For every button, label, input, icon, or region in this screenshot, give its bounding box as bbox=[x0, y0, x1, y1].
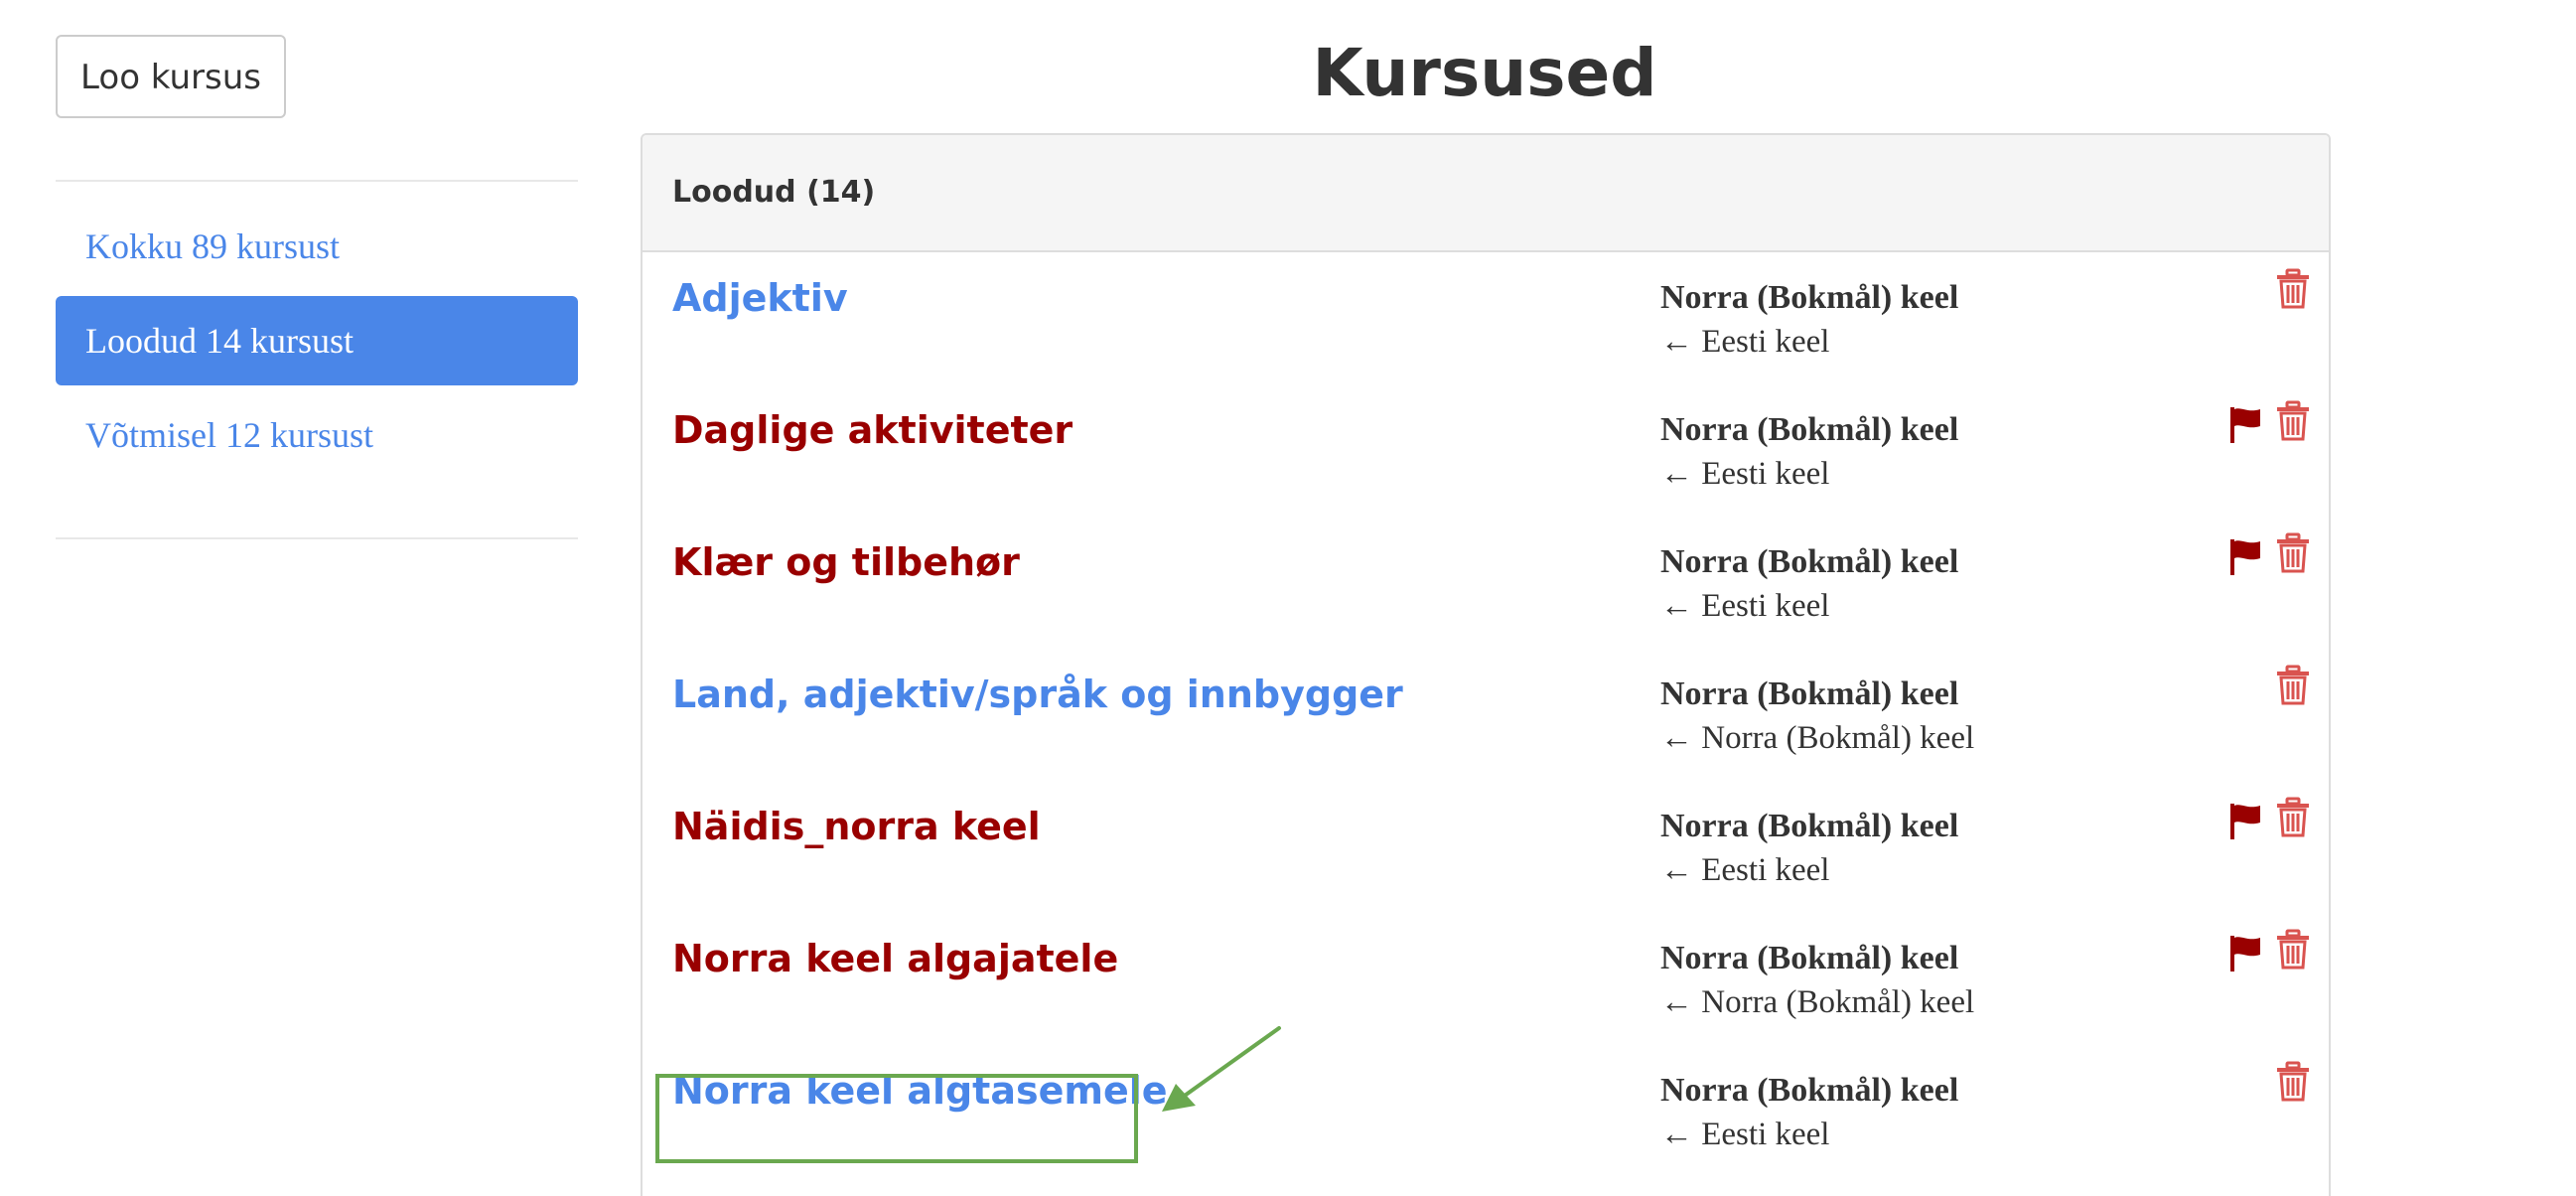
source-language: ← Eesti keel bbox=[1660, 852, 1830, 888]
course-name-link[interactable]: Klær og tilbehør bbox=[672, 536, 1020, 588]
panel-heading: Loodud (14) bbox=[643, 135, 2329, 252]
course-row: Land, adjektiv/språk og innbygger Norra (… bbox=[643, 649, 2329, 781]
source-language: ← Eesti keel bbox=[1660, 456, 1830, 492]
course-row: Norra keel algtasemele Norra (Bokmål) kee… bbox=[643, 1045, 2329, 1177]
target-language: Norra (Bokmål) keel bbox=[1660, 675, 1959, 712]
course-name-link[interactable]: Näidis_norra keel bbox=[672, 801, 1041, 852]
trash-icon[interactable] bbox=[2275, 400, 2311, 442]
sidebar-item-total[interactable]: Kokku 89 kursust bbox=[56, 202, 578, 291]
target-language: Norra (Bokmål) keel bbox=[1660, 411, 1959, 448]
course-row: Klær og tilbehør Norra (Bokmål) keel ← Ees… bbox=[643, 517, 2329, 649]
trash-icon[interactable] bbox=[2275, 929, 2311, 971]
flag-icon[interactable] bbox=[2227, 404, 2263, 444]
source-language: ← Eesti keel bbox=[1660, 324, 1830, 360]
trash-icon[interactable] bbox=[2275, 268, 2311, 310]
target-language: Norra (Bokmål) keel bbox=[1660, 279, 1959, 316]
trash-icon[interactable] bbox=[2275, 1061, 2311, 1103]
course-name-link[interactable]: Norra keel algtasemele bbox=[672, 1065, 1168, 1117]
sidebar-divider bbox=[56, 537, 578, 539]
source-language: ← Norra (Bokmål) keel bbox=[1660, 984, 1975, 1020]
source-language: ← Eesti keel bbox=[1660, 1117, 1830, 1152]
sidebar-divider bbox=[56, 180, 578, 182]
target-language: Norra (Bokmål) keel bbox=[1660, 808, 1959, 844]
sidebar-item-taking[interactable]: Võtmisel 12 kursust bbox=[56, 390, 578, 480]
target-language: Norra (Bokmål) keel bbox=[1660, 543, 1959, 580]
course-name-link[interactable]: Land, adjektiv/språk og innbygger bbox=[672, 669, 1403, 720]
sidebar-item-created[interactable]: Loodud 14 kursust bbox=[56, 296, 578, 385]
course-row: Adjektiv Norra (Bokmål) keel ← Eesti keel bbox=[643, 252, 2329, 384]
target-language: Norra (Bokmål) keel bbox=[1660, 1072, 1959, 1109]
flag-icon[interactable] bbox=[2227, 801, 2263, 840]
course-row: Norra keel algajatele Norra (Bokmål) keel… bbox=[643, 913, 2329, 1045]
courses-panel: Loodud (14) Adjektiv Norra (Bokmål) keel ←… bbox=[641, 133, 2331, 1196]
flag-icon[interactable] bbox=[2227, 536, 2263, 576]
trash-icon[interactable] bbox=[2275, 797, 2311, 838]
course-name-link[interactable]: Adjektiv bbox=[672, 272, 848, 324]
page-title: Kursused bbox=[1312, 35, 1657, 111]
course-name-link[interactable]: Daglige aktiviteter bbox=[672, 404, 1073, 456]
source-language: ← Eesti keel bbox=[1660, 588, 1830, 624]
trash-icon[interactable] bbox=[2275, 665, 2311, 706]
course-row: Daglige aktiviteter Norra (Bokmål) keel ← … bbox=[643, 384, 2329, 517]
course-row: Näidis_norra keel Norra (Bokmål) keel ← Ee… bbox=[643, 781, 2329, 913]
flag-icon[interactable] bbox=[2227, 933, 2263, 972]
create-course-button[interactable]: Loo kursus bbox=[56, 35, 286, 118]
source-language: ← Norra (Bokmål) keel bbox=[1660, 720, 1975, 756]
trash-icon[interactable] bbox=[2275, 532, 2311, 574]
target-language: Norra (Bokmål) keel bbox=[1660, 940, 1959, 976]
course-name-link[interactable]: Norra keel algajatele bbox=[672, 933, 1118, 984]
